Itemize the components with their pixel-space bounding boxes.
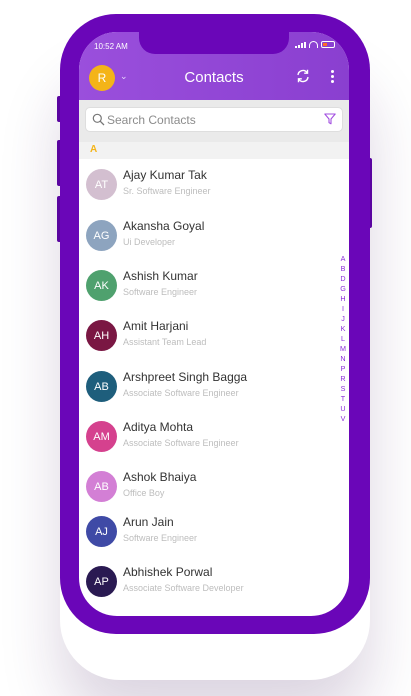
- phone-notch: [139, 32, 289, 54]
- contact-name: Ashish Kumar: [123, 269, 198, 283]
- section-letter: A: [90, 144, 98, 155]
- contact-name: Ajay Kumar Tak: [123, 168, 207, 182]
- contact-row[interactable]: AB Ashok Bhaiya Office Boy: [79, 461, 341, 509]
- status-icons: [295, 41, 335, 48]
- contact-name: Aditya Mohta: [123, 420, 194, 434]
- contact-name: Akansha Goyal: [123, 219, 205, 233]
- contact-name: Arun Jain: [123, 515, 174, 529]
- contact-avatar: AB: [86, 471, 117, 502]
- index-letter[interactable]: A: [341, 254, 346, 264]
- search-bar: [79, 100, 349, 142]
- index-letter[interactable]: I: [342, 304, 344, 314]
- index-letter[interactable]: V: [341, 414, 346, 424]
- index-letter[interactable]: L: [341, 334, 345, 344]
- contact-name: Abhishek Porwal: [123, 565, 213, 579]
- contact-avatar: AT: [86, 169, 117, 200]
- index-letter[interactable]: H: [340, 294, 345, 304]
- status-time: 10:52 AM: [94, 42, 128, 51]
- alphabet-index[interactable]: ABDGHIJKLMNPRSTUV: [339, 254, 347, 424]
- contact-row[interactable]: AG Akansha Goyal Ui Developer: [79, 210, 341, 258]
- index-letter[interactable]: B: [341, 264, 346, 274]
- contact-avatar: AB: [86, 371, 117, 402]
- index-letter[interactable]: T: [341, 394, 345, 404]
- contact-avatar: AP: [86, 566, 117, 597]
- contact-avatar: AG: [86, 220, 117, 251]
- contact-avatar: AK: [86, 270, 117, 301]
- contact-name: Amit Harjani: [123, 319, 189, 333]
- index-letter[interactable]: M: [340, 344, 346, 354]
- contact-row[interactable]: AJ Arun Jain Software Engineer: [79, 506, 341, 554]
- contact-avatar: AM: [86, 421, 117, 452]
- contact-role: Associate Software Engineer: [123, 438, 239, 448]
- section-header: A: [79, 142, 349, 159]
- search-icon: [92, 113, 105, 126]
- search-input[interactable]: [107, 111, 307, 128]
- contact-name: Arshpreet Singh Bagga: [123, 370, 248, 384]
- contact-role: Software Engineer: [123, 533, 198, 543]
- contact-name: Ashok Bhaiya: [123, 470, 197, 484]
- contact-role: Sr. Software Engineer: [123, 186, 211, 196]
- wifi-icon: [309, 41, 318, 48]
- contact-role: Ui Developer: [123, 237, 176, 247]
- contact-avatar: AJ: [86, 516, 117, 547]
- signal-icon: [295, 41, 306, 48]
- contact-row[interactable]: AT Ajay Kumar Tak Sr. Software Engineer: [79, 159, 341, 207]
- contact-row[interactable]: AM Aditya Mohta Associate Software Enginee…: [79, 411, 341, 459]
- contact-avatar: AH: [86, 320, 117, 351]
- index-letter[interactable]: N: [340, 354, 345, 364]
- contact-role: Office Boy: [123, 488, 165, 498]
- contact-role: Assistant Team Lead: [123, 337, 207, 347]
- battery-icon: [321, 41, 335, 48]
- contact-role: Associate Software Developer: [123, 583, 244, 593]
- sync-icon[interactable]: [295, 68, 311, 84]
- contact-row[interactable]: AH Amit Harjani Assistant Team Lead: [79, 310, 341, 358]
- index-letter[interactable]: D: [340, 274, 345, 284]
- phone-screen: 10:52 AM R ⌄ Contacts Search Contacts A …: [79, 32, 349, 616]
- index-letter[interactable]: K: [341, 324, 346, 334]
- index-letter[interactable]: J: [341, 314, 345, 324]
- index-letter[interactable]: G: [340, 284, 346, 294]
- search-box: [85, 107, 343, 132]
- more-options-icon[interactable]: [330, 70, 334, 83]
- index-letter[interactable]: U: [340, 404, 345, 414]
- filter-icon[interactable]: [324, 113, 336, 125]
- contact-row[interactable]: AP Abhishek Porwal Associate Software Deve…: [79, 556, 341, 604]
- contact-role: Associate Software Engineer: [123, 388, 239, 398]
- index-letter[interactable]: P: [341, 364, 346, 374]
- contact-row[interactable]: AK Ashish Kumar Software Engineer: [79, 260, 341, 308]
- contact-role: Software Engineer: [123, 287, 198, 297]
- index-letter[interactable]: S: [341, 384, 346, 394]
- index-letter[interactable]: R: [340, 374, 345, 384]
- contact-row[interactable]: AB Arshpreet Singh Bagga Associate Softwar…: [79, 361, 341, 409]
